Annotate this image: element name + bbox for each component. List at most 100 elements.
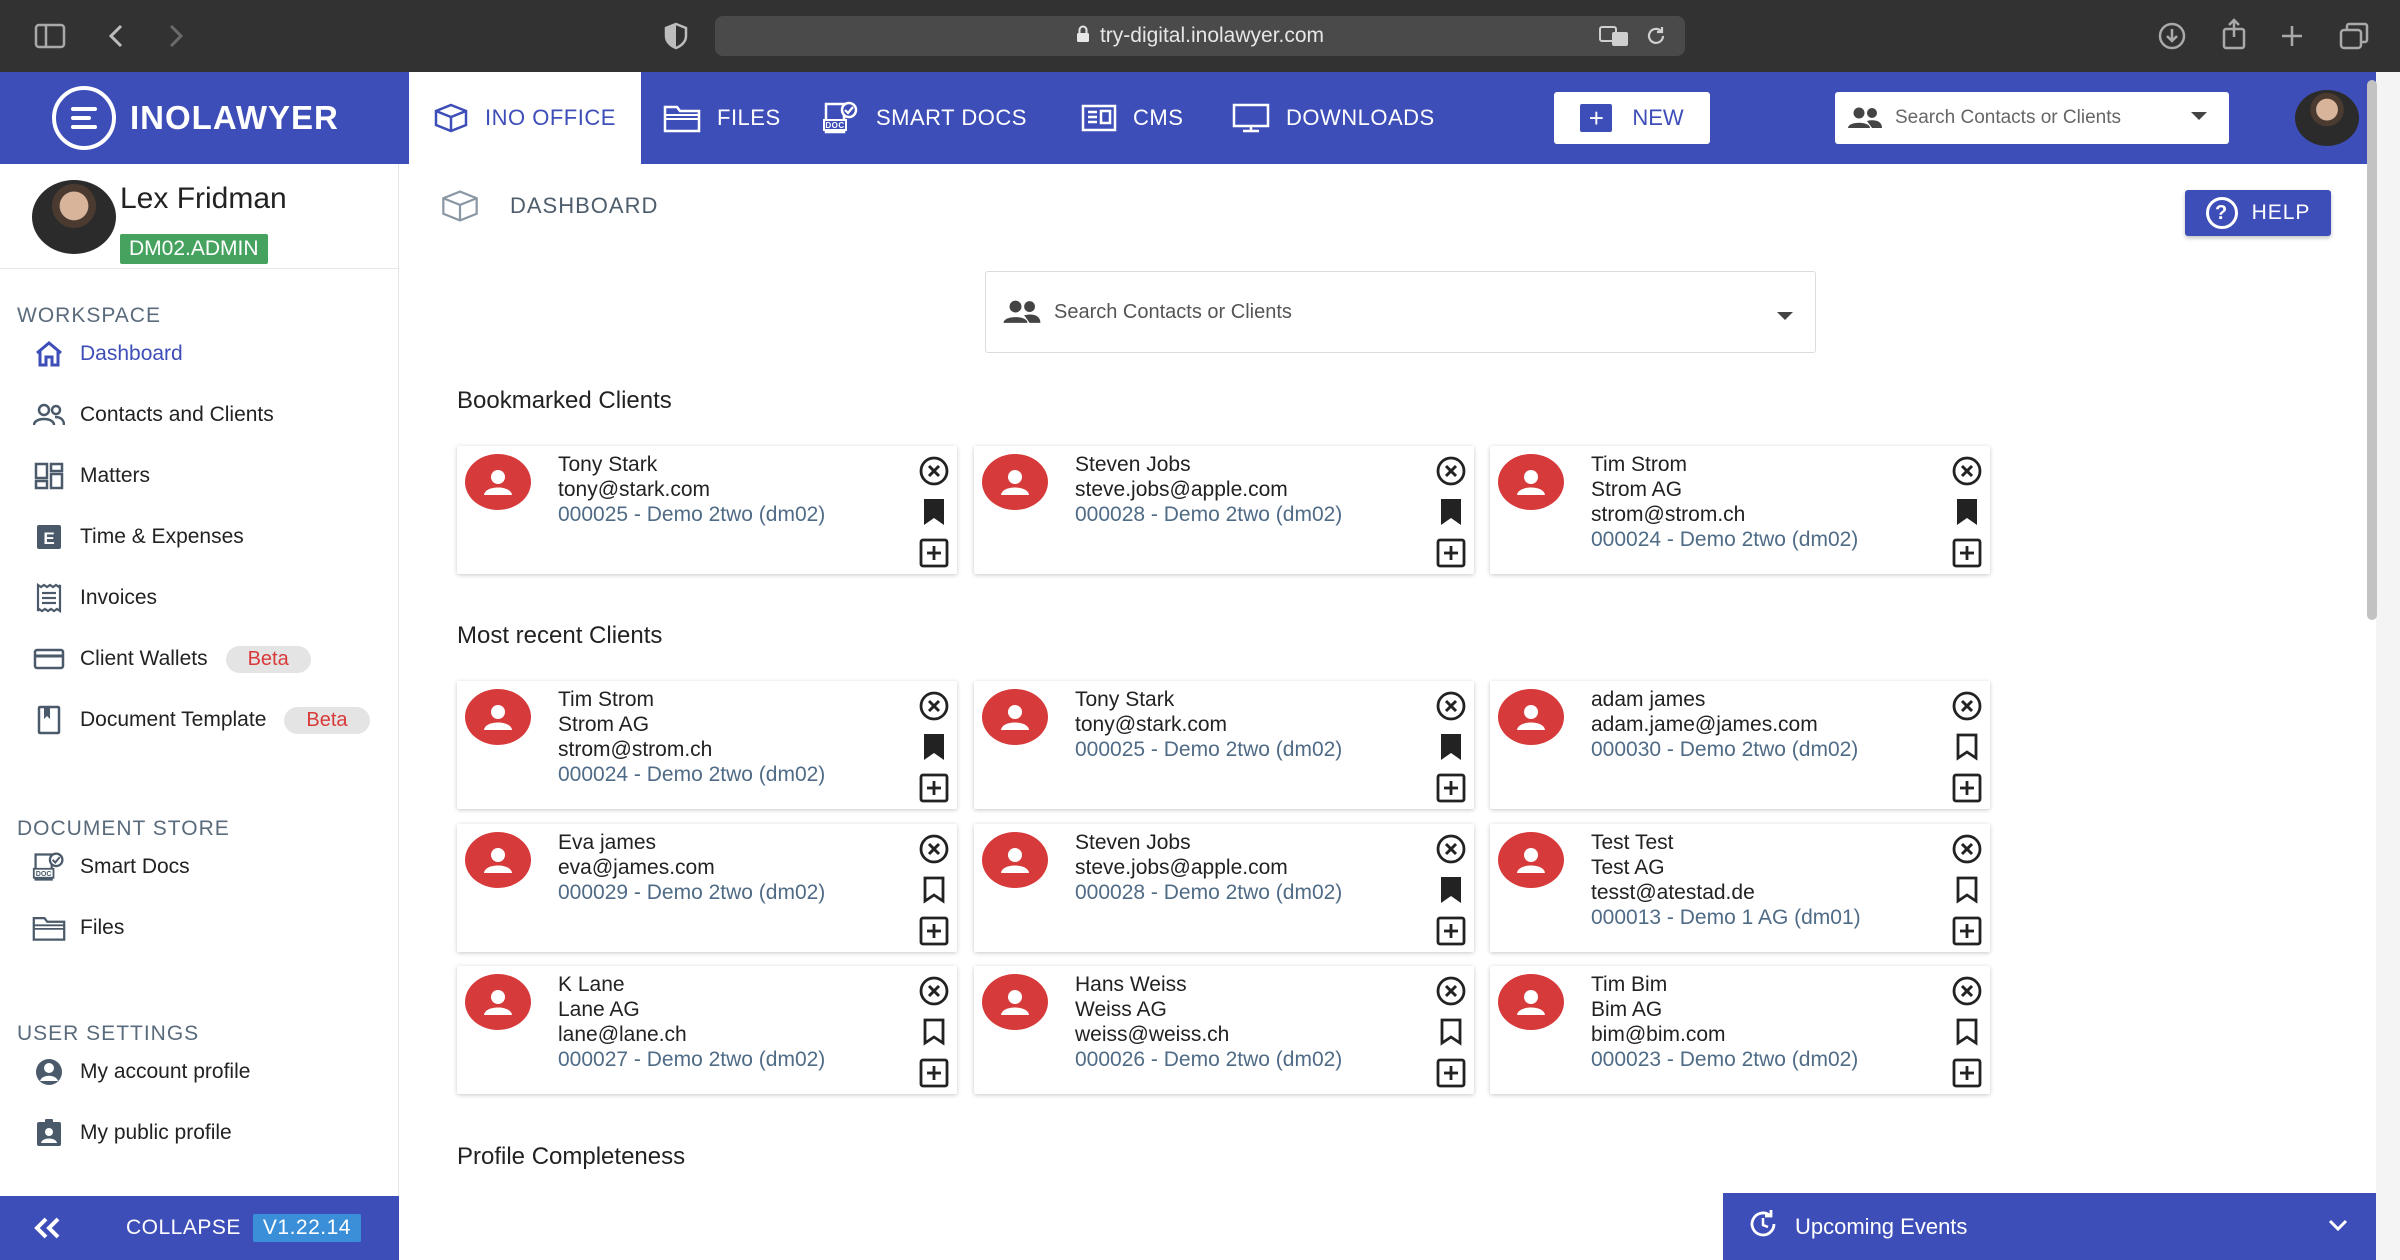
client-line[interactable]: Eva james <box>558 830 825 855</box>
scrollbar-track[interactable] <box>2376 72 2400 1260</box>
help-button[interactable]: ? HELP <box>2185 190 2331 236</box>
client-card[interactable]: Steven Jobs steve.jobs@apple.com 000028 - … <box>974 824 1474 952</box>
bookmark-outline-icon[interactable] <box>1950 730 1984 764</box>
client-card[interactable]: Eva james eva@james.com 000029 - Demo 2two… <box>457 824 957 952</box>
add-box-icon[interactable] <box>1950 914 1984 948</box>
client-card[interactable]: Tony Stark tony@stark.com 000025 - Demo 2t… <box>457 446 957 574</box>
bookmark-outline-icon[interactable] <box>1950 1015 1984 1049</box>
client-line[interactable]: adam james <box>1591 687 1858 712</box>
sidebar-item-files[interactable]: Files <box>32 908 392 948</box>
sidebar-item-document-template[interactable]: Document Template Beta <box>32 700 392 740</box>
user-profile[interactable]: Lex Fridman DM02.ADMIN <box>32 180 392 264</box>
sidebar-item-client-wallets[interactable]: Client Wallets Beta <box>32 639 392 679</box>
add-box-icon[interactable] <box>1950 771 1984 805</box>
reload-icon[interactable] <box>1645 25 1667 53</box>
add-box-icon[interactable] <box>1434 1056 1468 1090</box>
client-line[interactable]: Steven Jobs <box>1075 452 1342 477</box>
client-matter-ref[interactable]: 000029 - Demo 2two (dm02) <box>558 880 825 905</box>
bookmark-filled-icon[interactable] <box>1434 730 1468 764</box>
close-icon[interactable] <box>1950 832 1984 866</box>
close-icon[interactable] <box>1434 832 1468 866</box>
client-card[interactable]: Steven Jobs steve.jobs@apple.com 000028 - … <box>974 446 1474 574</box>
sidebar-item-time-expenses[interactable]: E Time & Expenses <box>32 517 392 557</box>
bookmark-outline-icon[interactable] <box>1434 1015 1468 1049</box>
sidebar-item-contacts[interactable]: Contacts and Clients <box>32 395 392 435</box>
add-box-icon[interactable] <box>1950 1056 1984 1090</box>
close-icon[interactable] <box>1434 454 1468 488</box>
bookmark-filled-icon[interactable] <box>917 730 951 764</box>
sidebar-item-smart-docs[interactable]: DOC Smart Docs <box>32 847 392 887</box>
add-box-icon[interactable] <box>1434 771 1468 805</box>
tab-files[interactable]: FILES <box>663 72 781 164</box>
close-icon[interactable] <box>1434 689 1468 723</box>
shield-icon[interactable] <box>656 16 696 56</box>
add-box-icon[interactable] <box>917 1056 951 1090</box>
downloads-icon[interactable] <box>2152 16 2192 56</box>
client-matter-ref[interactable]: 000025 - Demo 2two (dm02) <box>1075 737 1342 762</box>
client-line[interactable]: K Lane <box>558 972 825 997</box>
client-line[interactable]: Hans Weiss <box>1075 972 1342 997</box>
close-icon[interactable] <box>1434 974 1468 1008</box>
bookmark-filled-icon[interactable] <box>1434 873 1468 907</box>
translate-icon[interactable] <box>1599 24 1629 54</box>
client-card[interactable]: K Lane Lane AG lane@lane.ch 000027 - Demo 2… <box>457 966 957 1094</box>
sidebar-item-matters[interactable]: Matters <box>32 456 392 496</box>
sidebar-item-account-profile[interactable]: My account profile <box>32 1052 392 1092</box>
add-box-icon[interactable] <box>1434 536 1468 570</box>
header-search-select[interactable]: Search Contacts or Clients <box>1835 92 2229 144</box>
back-icon[interactable] <box>96 16 136 56</box>
bookmark-outline-icon[interactable] <box>917 1015 951 1049</box>
search-contacts-select[interactable]: Search Contacts or Clients <box>985 271 1816 353</box>
client-line[interactable]: Tony Stark <box>1075 687 1342 712</box>
sidebar-toggle-icon[interactable] <box>30 16 70 56</box>
client-matter-ref[interactable]: 000027 - Demo 2two (dm02) <box>558 1047 825 1072</box>
client-matter-ref[interactable]: 000026 - Demo 2two (dm02) <box>1075 1047 1342 1072</box>
url-bar[interactable]: try-digital.inolawyer.com <box>715 16 1685 56</box>
tab-smart-docs[interactable]: DOC SMART DOCS <box>822 72 1027 164</box>
client-line[interactable]: Tim Strom <box>1591 452 1858 477</box>
client-matter-ref[interactable]: 000013 - Demo 1 AG (dm01) <box>1591 905 1861 930</box>
close-icon[interactable] <box>1950 454 1984 488</box>
new-button[interactable]: + NEW <box>1554 92 1710 144</box>
client-card[interactable]: Tim Strom Strom AG strom@strom.ch 000024 - … <box>1490 446 1990 574</box>
client-card[interactable]: adam james adam.jame@james.com 000030 - De… <box>1490 681 1990 809</box>
tab-overview-icon[interactable] <box>2334 16 2374 56</box>
client-matter-ref[interactable]: 000023 - Demo 2two (dm02) <box>1591 1047 1858 1072</box>
forward-icon[interactable] <box>156 16 196 56</box>
client-card[interactable]: Tony Stark tony@stark.com 000025 - Demo 2t… <box>974 681 1474 809</box>
collapse-button[interactable]: COLLAPSE V1.22.14 <box>0 1196 399 1260</box>
client-card[interactable]: Test Test Test AG tesst@atestad.de 000013 -… <box>1490 824 1990 952</box>
add-box-icon[interactable] <box>917 536 951 570</box>
tab-downloads[interactable]: DOWNLOADS <box>1232 72 1435 164</box>
bookmark-filled-icon[interactable] <box>1950 495 1984 529</box>
tab-cms[interactable]: CMS <box>1081 72 1183 164</box>
client-line[interactable]: Tim Strom <box>558 687 825 712</box>
client-line[interactable]: Tony Stark <box>558 452 825 477</box>
sidebar-item-dashboard[interactable]: Dashboard <box>32 334 392 374</box>
user-avatar[interactable] <box>2295 90 2359 146</box>
bookmark-outline-icon[interactable] <box>917 873 951 907</box>
close-icon[interactable] <box>917 689 951 723</box>
sidebar-item-public-profile[interactable]: My public profile <box>32 1113 392 1153</box>
client-matter-ref[interactable]: 000025 - Demo 2two (dm02) <box>558 502 825 527</box>
client-card[interactable]: Hans Weiss Weiss AG weiss@weiss.ch 000026 -… <box>974 966 1474 1094</box>
client-line[interactable]: Tim Bim <box>1591 972 1858 997</box>
add-box-icon[interactable] <box>1950 536 1984 570</box>
add-box-icon[interactable] <box>1434 914 1468 948</box>
client-matter-ref[interactable]: 000028 - Demo 2two (dm02) <box>1075 502 1342 527</box>
new-tab-icon[interactable] <box>2272 16 2312 56</box>
client-card[interactable]: Tim Strom Strom AG strom@strom.ch 000024 - … <box>457 681 957 809</box>
client-line[interactable]: Test Test <box>1591 830 1861 855</box>
client-line[interactable]: Steven Jobs <box>1075 830 1342 855</box>
client-matter-ref[interactable]: 000030 - Demo 2two (dm02) <box>1591 737 1858 762</box>
close-icon[interactable] <box>1950 974 1984 1008</box>
bookmark-outline-icon[interactable] <box>1950 873 1984 907</box>
bookmark-filled-icon[interactable] <box>1434 495 1468 529</box>
close-icon[interactable] <box>1950 689 1984 723</box>
client-matter-ref[interactable]: 000028 - Demo 2two (dm02) <box>1075 880 1342 905</box>
inolawyer-logo[interactable]: INOLAWYER <box>52 86 339 150</box>
client-card[interactable]: Tim Bim Bim AG bim@bim.com 000023 - Demo 2t… <box>1490 966 1990 1094</box>
client-matter-ref[interactable]: 000024 - Demo 2two (dm02) <box>1591 527 1858 552</box>
client-matter-ref[interactable]: 000024 - Demo 2two (dm02) <box>558 762 825 787</box>
sidebar-item-invoices[interactable]: Invoices <box>32 578 392 618</box>
